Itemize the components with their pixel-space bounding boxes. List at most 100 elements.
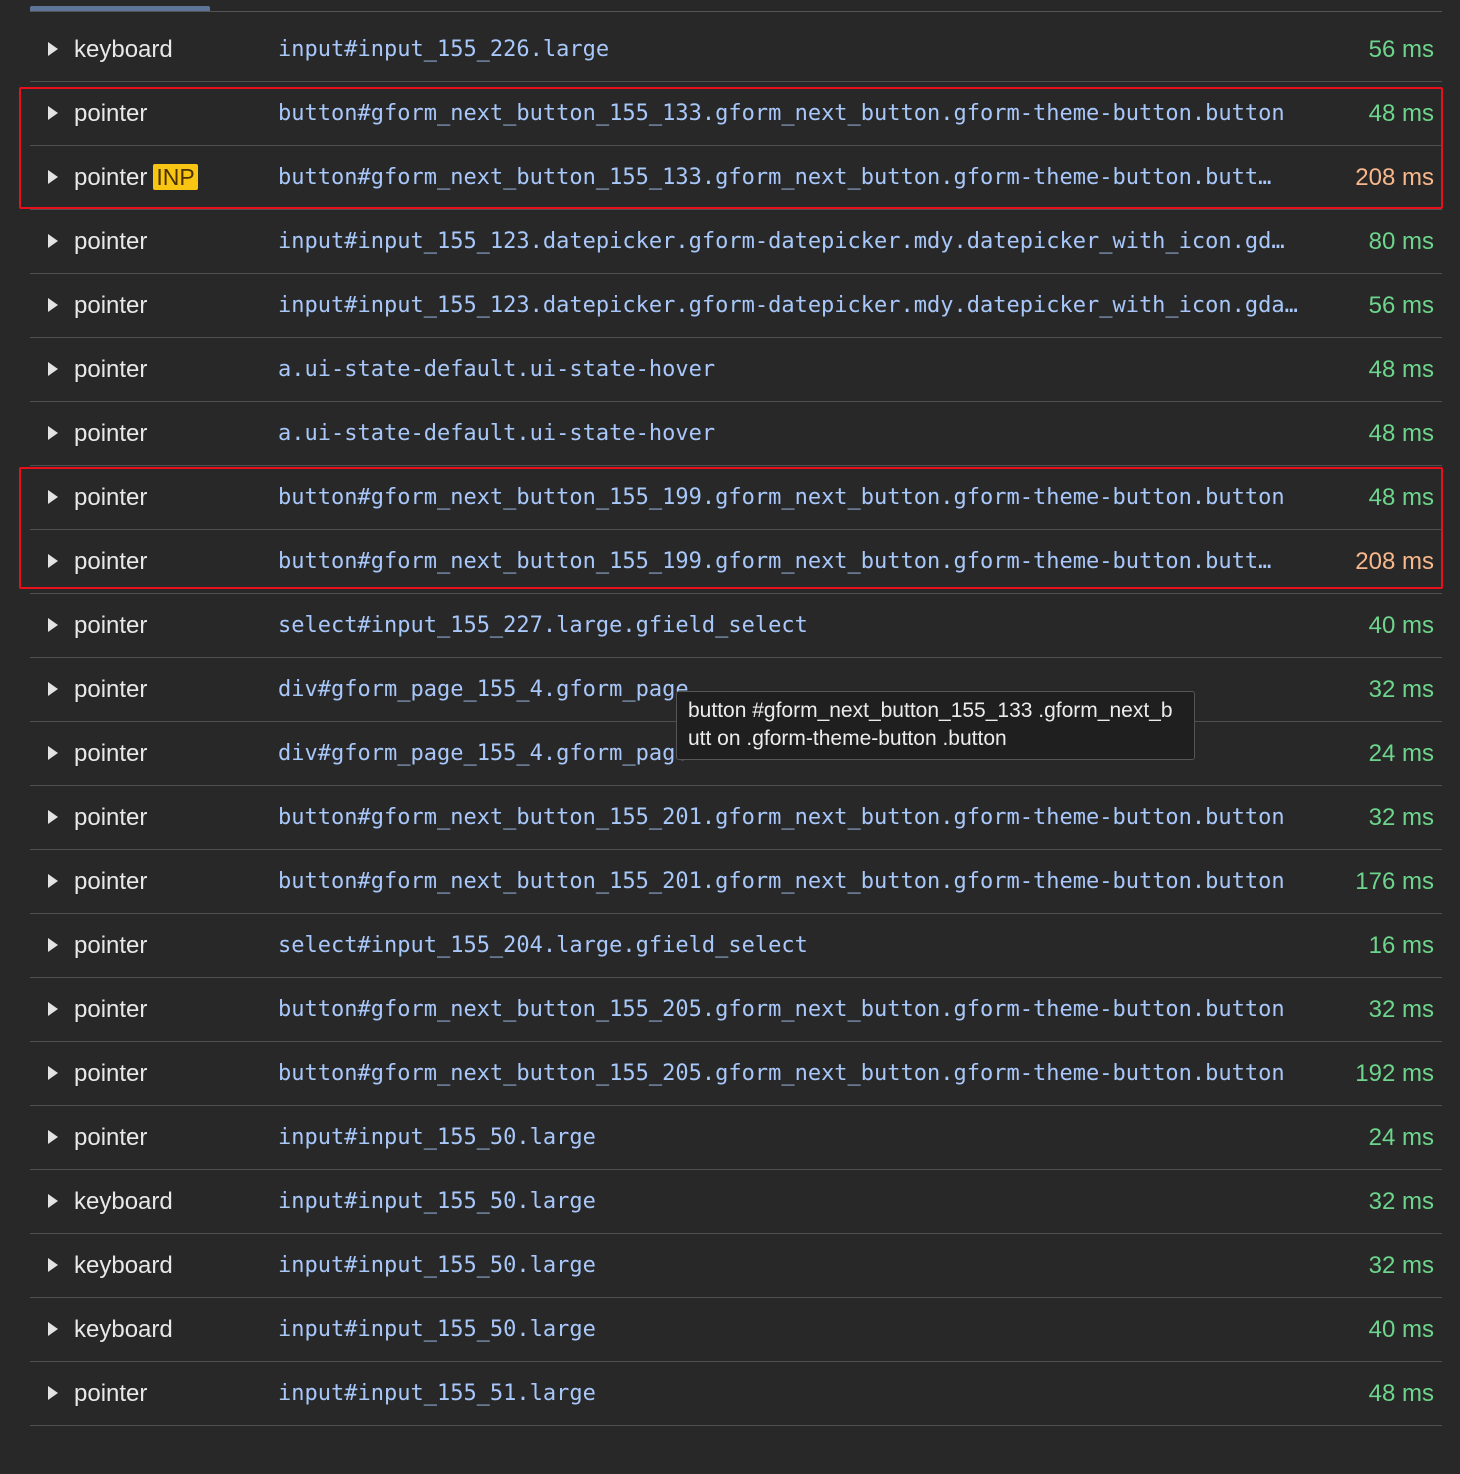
expand-triangle-icon[interactable] — [48, 234, 58, 248]
interaction-row[interactable]: pointer button#gform_next_button_155_199.… — [30, 530, 1442, 594]
expand-triangle-icon[interactable] — [48, 938, 58, 952]
element-selector-link[interactable]: a.ui-state-default.ui-state-hover — [278, 356, 715, 384]
element-selector-link[interactable]: input#input_155_123.datepicker.gform-dat… — [278, 228, 1285, 256]
interaction-row[interactable]: pointer select#input_155_204.large.gfield… — [30, 914, 1442, 978]
element-selector-link[interactable]: input#input_155_50.large — [278, 1124, 596, 1152]
element-selector-link[interactable]: button#gform_next_button_155_133.gform_n… — [278, 164, 1271, 192]
interaction-type-label: pointer — [74, 804, 148, 831]
expand-triangle-icon[interactable] — [48, 1130, 58, 1144]
interaction-type: pointer — [74, 612, 147, 640]
interaction-row[interactable]: pointer button#gform_next_button_155_201.… — [30, 786, 1442, 850]
expand-triangle-icon[interactable] — [48, 1258, 58, 1272]
expand-triangle-icon[interactable] — [48, 490, 58, 504]
element-selector-link[interactable]: input#input_155_123.datepicker.gform-dat… — [278, 292, 1298, 320]
interaction-duration: 24 ms — [1368, 1124, 1434, 1151]
element-selector-link[interactable]: input#input_155_51.large — [278, 1380, 596, 1408]
interaction-row[interactable]: keyboard input#input_155_226.large 56 ms — [30, 18, 1442, 82]
interaction-row[interactable]: pointer button#gform_next_button_155_201.… — [30, 850, 1442, 914]
interaction-row[interactable]: pointer a.ui-state-default.ui-state-hover… — [30, 402, 1442, 466]
selector-rest: #input_155_50.large — [344, 1125, 596, 1150]
interaction-duration: 48 ms — [1368, 484, 1434, 511]
interaction-duration: 56 ms — [1368, 292, 1434, 319]
interaction-type-label: pointer — [74, 484, 148, 511]
element-selector-link[interactable]: select#input_155_227.large.gfield_select — [278, 612, 808, 640]
element-selector-link[interactable]: button#gform_next_button_155_205.gform_n… — [278, 1060, 1285, 1088]
selector-tag: button — [278, 101, 358, 126]
interaction-type-label: keyboard — [74, 36, 173, 63]
element-selector-link[interactable]: button#gform_next_button_155_199.gform_n… — [278, 548, 1271, 576]
element-selector-link[interactable]: button#gform_next_button_155_133.gform_n… — [278, 100, 1285, 128]
selector-tag: input — [278, 37, 345, 62]
interaction-type: pointer — [74, 420, 147, 448]
selector-rest: #gform_next_button_155_133.gform_next_bu… — [357, 101, 1285, 126]
expand-triangle-icon[interactable] — [48, 618, 58, 632]
interaction-row[interactable]: keyboard input#input_155_50.large 32 ms — [30, 1170, 1442, 1234]
interaction-duration: 24 ms — [1368, 740, 1434, 767]
expand-triangle-icon[interactable] — [48, 170, 58, 184]
expand-triangle-icon[interactable] — [48, 362, 58, 376]
expand-triangle-icon[interactable] — [48, 426, 58, 440]
interaction-row[interactable]: keyboard input#input_155_50.large 32 ms — [30, 1234, 1442, 1298]
expand-triangle-icon[interactable] — [48, 1066, 58, 1080]
expand-triangle-icon[interactable] — [48, 42, 58, 56]
expand-triangle-icon[interactable] — [48, 874, 58, 888]
element-selector-link[interactable]: button#gform_next_button_155_201.gform_n… — [278, 804, 1285, 832]
element-selector-link[interactable]: input#input_155_50.large — [278, 1316, 596, 1344]
interaction-row[interactable]: pointer button#gform_next_button_155_205.… — [30, 978, 1442, 1042]
interaction-type-label: pointer — [74, 996, 148, 1023]
interaction-type-label: pointer — [74, 1060, 148, 1087]
element-selector-link[interactable]: button#gform_next_button_155_201.gform_n… — [278, 868, 1285, 896]
selector-tag: input — [278, 1317, 345, 1342]
element-selector-link[interactable]: a.ui-state-default.ui-state-hover — [278, 420, 715, 448]
interaction-duration: 56 ms — [1368, 36, 1434, 63]
expand-triangle-icon[interactable] — [48, 810, 58, 824]
interaction-type: keyboard — [74, 1252, 173, 1280]
expand-triangle-icon[interactable] — [48, 1386, 58, 1400]
interaction-duration: 176 ms — [1355, 868, 1434, 895]
selector-tag: button — [278, 549, 358, 574]
selector-tag: input — [278, 293, 345, 318]
element-selector-link[interactable]: button#gform_next_button_155_205.gform_n… — [278, 996, 1285, 1024]
selector-tooltip: button #gform_next_button_155_133 .gform… — [676, 691, 1195, 760]
selector-tag: select — [278, 613, 358, 638]
interaction-row[interactable]: pointer a.ui-state-default.ui-state-hover… — [30, 338, 1442, 402]
interaction-row[interactable]: keyboard input#input_155_50.large 40 ms — [30, 1298, 1442, 1362]
selector-rest: #input_155_123.datepicker.gform-datepick… — [344, 229, 1285, 254]
element-selector-link[interactable]: input#input_155_226.large — [278, 36, 609, 64]
expand-triangle-icon[interactable] — [48, 682, 58, 696]
expand-triangle-icon[interactable] — [48, 746, 58, 760]
interaction-type: pointer — [74, 804, 147, 832]
element-selector-link[interactable]: input#input_155_50.large — [278, 1188, 596, 1216]
element-selector-link[interactable]: select#input_155_204.large.gfield_select — [278, 932, 808, 960]
interaction-row[interactable]: pointer select#input_155_227.large.gfield… — [30, 594, 1442, 658]
interaction-duration: 192 ms — [1355, 1060, 1434, 1087]
expand-triangle-icon[interactable] — [48, 1322, 58, 1336]
expand-triangle-icon[interactable] — [48, 1002, 58, 1016]
interaction-type: pointer — [74, 484, 147, 512]
interaction-type: pointer — [74, 228, 147, 256]
interaction-row[interactable]: pointer button#gform_next_button_155_205.… — [30, 1042, 1442, 1106]
interaction-duration: 80 ms — [1368, 228, 1434, 255]
expand-triangle-icon[interactable] — [48, 298, 58, 312]
element-selector-link[interactable]: div#gform_page_155_4.gform_page — [278, 740, 689, 768]
element-selector-link[interactable]: input#input_155_50.large — [278, 1252, 596, 1280]
interaction-row[interactable]: pointer input#input_155_123.datepicker.gf… — [30, 274, 1442, 338]
interaction-row[interactable]: pointer button#gform_next_button_155_199.… — [30, 466, 1442, 530]
element-selector-link[interactable]: div#gform_page_155_4.gform_page — [278, 676, 689, 704]
interaction-type: pointer — [74, 100, 147, 128]
interaction-row[interactable]: pointer INP button#gform_next_button_155_1… — [30, 146, 1442, 210]
selector-rest: #input_155_226.large — [344, 37, 610, 62]
interaction-row[interactable]: pointer input#input_155_50.large 24 ms — [30, 1106, 1442, 1170]
expand-triangle-icon[interactable] — [48, 106, 58, 120]
interaction-duration: 48 ms — [1368, 356, 1434, 383]
element-selector-link[interactable]: button#gform_next_button_155_199.gform_n… — [278, 484, 1285, 512]
selector-rest: #input_155_123.datepicker.gform-datepick… — [344, 293, 1298, 318]
interaction-row[interactable]: pointer input#input_155_123.datepicker.gf… — [30, 210, 1442, 274]
interaction-type-label: pointer — [74, 868, 148, 895]
expand-triangle-icon[interactable] — [48, 554, 58, 568]
expand-triangle-icon[interactable] — [48, 1194, 58, 1208]
interaction-duration: 32 ms — [1368, 804, 1434, 831]
interaction-row[interactable]: pointer input#input_155_51.large 48 ms — [30, 1362, 1442, 1426]
interaction-row[interactable]: pointer button#gform_next_button_155_133.… — [30, 82, 1442, 146]
interactions-panel: keyboard input#input_155_226.large 56 ms po… — [0, 0, 1460, 1474]
